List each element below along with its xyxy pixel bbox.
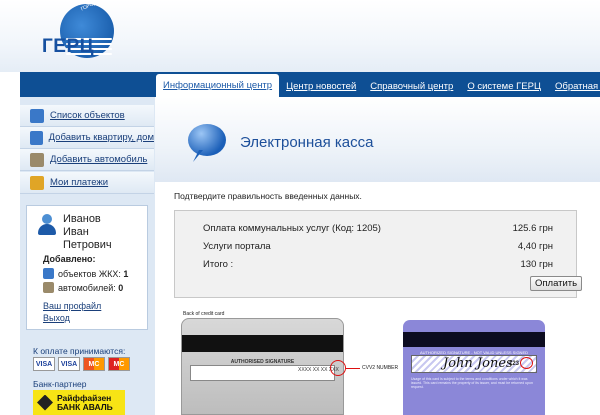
card-back-label: Back of credit card: [183, 311, 225, 317]
magnetic-stripe: [403, 332, 545, 347]
sidebar-item-payments[interactable]: Мои платежи: [20, 172, 154, 194]
card-back-illustration: AUTHORISED SIGNATURE XXXX XX XX XXX: [181, 318, 344, 415]
avatar: [37, 214, 57, 236]
car-icon: [43, 282, 54, 293]
sample-signature: John Jones: [443, 356, 513, 371]
bank-partner-label: Банк-партнер: [33, 379, 87, 389]
visa-electron-card-icon: VISA: [58, 357, 80, 371]
tab-info-center[interactable]: Информационный центр: [156, 74, 280, 97]
logo-text: ГЕРЦ: [42, 36, 94, 57]
sidebar-item-label: Список объектов: [50, 110, 125, 121]
payment-row: Оплата коммунальных услуг (Код: 1205) 12…: [203, 223, 553, 234]
payment-cards: VISA VISA MC MC: [33, 357, 130, 371]
house-icon: [43, 268, 54, 279]
car-icon: [30, 152, 44, 167]
chat-bubble-icon: [188, 124, 226, 156]
sample-code: 123: [509, 361, 520, 367]
payment-row: Итого : 130 грн: [203, 259, 553, 270]
sidebar-item-objects[interactable]: Список объектов: [20, 105, 154, 127]
sidebar-item-label: Добавить автомобиль: [50, 154, 148, 165]
profile-link[interactable]: Ваш профайл: [43, 301, 101, 311]
maestro-card-icon: MC: [108, 357, 130, 371]
sample-fine-print: Usage of this card is subject to the ter…: [411, 377, 533, 389]
logo[interactable]: ГОРОДСКОЙ ЕДИНЫЙ РАСЧЕТНЫЙ ЦЕНТР ГЕРЦ: [36, 0, 178, 70]
tab-news-center[interactable]: Центр новостей: [279, 76, 363, 97]
user-box: Иванов Иван Петрович Добавлено: объектов…: [26, 205, 148, 330]
confirm-text: Подтвердите правильность введенных данны…: [174, 191, 362, 201]
payment-row: Услуги портала 4,40 грн: [203, 241, 553, 252]
cars-count: автомобилей: 0: [43, 282, 123, 293]
sample-cvv-highlight: [520, 357, 533, 369]
list-icon: [30, 108, 44, 123]
bank-mark-icon: [37, 394, 53, 411]
objects-count: объектов ЖКХ: 1: [43, 268, 128, 279]
payment-summary: Оплата коммунальных услуг (Код: 1205) 12…: [174, 210, 583, 298]
sidebar-item-add-car[interactable]: Добавить автомобиль: [20, 149, 154, 171]
page-title: Электронная касса: [240, 134, 374, 151]
payment-methods-label: К оплате принимаются:: [33, 346, 126, 356]
bank-logo[interactable]: Райффайзен БАНК АВАЛЬ: [33, 390, 125, 415]
cvv-label: CVV2 NUMBER: [362, 365, 399, 371]
visa-card-icon: VISA: [33, 357, 55, 371]
top-nav: Информационный центр Центр новостей Спра…: [156, 74, 600, 97]
user-name: Иванов Иван Петрович: [63, 213, 112, 251]
added-label: Добавлено:: [43, 254, 96, 264]
mastercard-icon: MC: [83, 357, 105, 371]
cvv-pointer: [346, 368, 360, 369]
tab-about[interactable]: О системе ГЕРЦ: [460, 76, 548, 97]
pay-button[interactable]: Оплатить: [530, 276, 583, 291]
sidebar-item-label: Добавить квартиру, дом: [48, 132, 154, 143]
tab-feedback[interactable]: Обратная связь: [548, 76, 600, 97]
sample-card-illustration: AUTHORIZED SIGNATURE - NOT VALID UNLESS …: [403, 320, 545, 415]
coins-icon: [30, 175, 44, 190]
logout-link[interactable]: Выход: [43, 313, 70, 323]
sidebar-item-add-flat[interactable]: Добавить квартиру, дом: [20, 127, 154, 149]
tab-help-center[interactable]: Справочный центр: [363, 76, 460, 97]
sidebar-item-label: Мои платежи: [50, 177, 109, 188]
cvv-highlight: [330, 360, 346, 376]
magnetic-stripe: [182, 335, 343, 352]
house-icon: [30, 130, 43, 145]
